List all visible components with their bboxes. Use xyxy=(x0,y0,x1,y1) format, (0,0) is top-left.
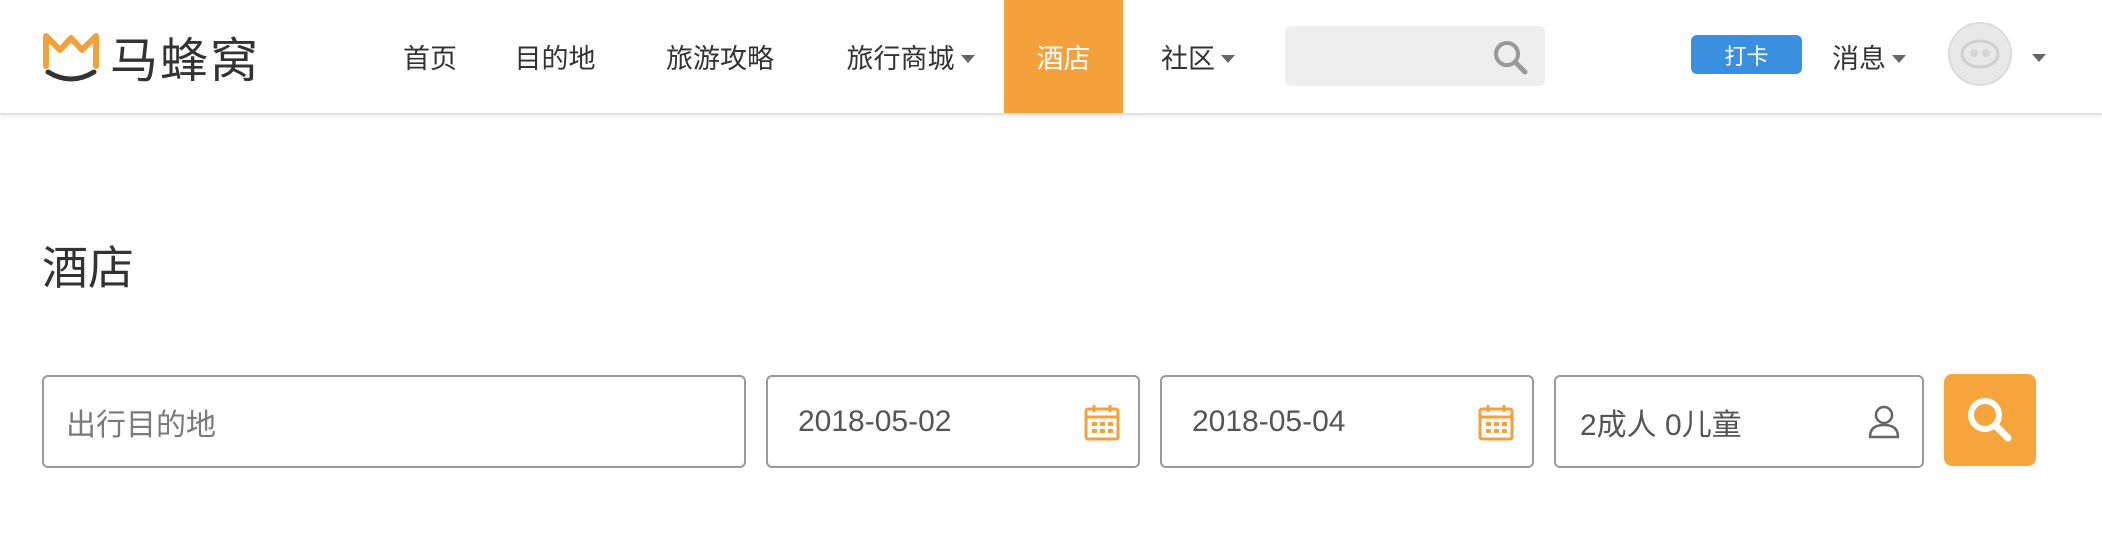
chevron-down-icon[interactable] xyxy=(2032,54,2046,62)
hotel-search-button[interactable] xyxy=(1944,374,2036,466)
destination-placeholder: 出行目的地 xyxy=(66,407,216,443)
search-icon[interactable] xyxy=(1491,38,1531,78)
calendar-icon xyxy=(1478,405,1514,441)
checkout-date-field[interactable]: 2018-05-04 xyxy=(1160,375,1534,468)
nav-destinations-label: 目的地 xyxy=(514,44,596,75)
brand-name: 马蜂窝 xyxy=(110,33,261,89)
nav-mall[interactable]: 旅行商城 xyxy=(838,0,983,113)
nav-hotel-label: 酒店 xyxy=(1036,44,1091,75)
brand-logo[interactable]: 马蜂窝 xyxy=(40,28,260,89)
checkin-date-field[interactable]: 2018-05-02 xyxy=(766,375,1140,468)
destination-field[interactable]: 出行目的地 xyxy=(42,375,746,468)
chevron-down-icon xyxy=(1221,54,1235,63)
nav-community-label: 社区 xyxy=(1161,44,1215,75)
mafengwo-logo-icon xyxy=(43,33,99,82)
checkout-date-value: 2018-05-04 xyxy=(1192,404,1346,438)
nav-guides[interactable]: 旅游攻略 xyxy=(650,0,790,113)
nav-home-label: 首页 xyxy=(403,44,457,75)
nav-destinations[interactable]: 目的地 xyxy=(505,0,605,113)
nav-community[interactable]: 社区 xyxy=(1155,0,1241,113)
chevron-down-icon xyxy=(1892,54,1906,63)
user-icon xyxy=(1868,405,1900,439)
checkin-button[interactable]: 打卡 xyxy=(1691,35,1802,74)
nav-search-box[interactable] xyxy=(1285,26,1545,88)
page-title: 酒店 xyxy=(42,241,134,295)
top-navbar: 马蜂窝 首页 目的地 旅游攻略 旅行商城 酒店 社区 打卡 消息 xyxy=(0,0,2102,115)
nav-mall-label: 旅行商城 xyxy=(846,44,955,75)
checkin-button-label: 打卡 xyxy=(1724,44,1769,70)
avatar[interactable] xyxy=(1948,22,2012,86)
calendar-icon xyxy=(1084,405,1120,441)
checkin-date-value: 2018-05-02 xyxy=(798,404,952,438)
messages-menu[interactable]: 消息 xyxy=(1832,0,1906,113)
chevron-down-icon xyxy=(960,54,975,63)
nav-hotel[interactable]: 酒店 xyxy=(1004,0,1123,113)
nav-search-input[interactable] xyxy=(1285,26,1493,88)
guests-field[interactable]: 2成人 0儿童 xyxy=(1554,375,1924,468)
nav-guides-label: 旅游攻略 xyxy=(666,44,774,75)
guests-value: 2成人 0儿童 xyxy=(1580,408,1742,442)
messages-label: 消息 xyxy=(1832,44,1886,75)
avatar-placeholder-icon xyxy=(1950,24,2010,84)
search-icon xyxy=(1968,398,2012,442)
nav-home[interactable]: 首页 xyxy=(385,0,475,113)
